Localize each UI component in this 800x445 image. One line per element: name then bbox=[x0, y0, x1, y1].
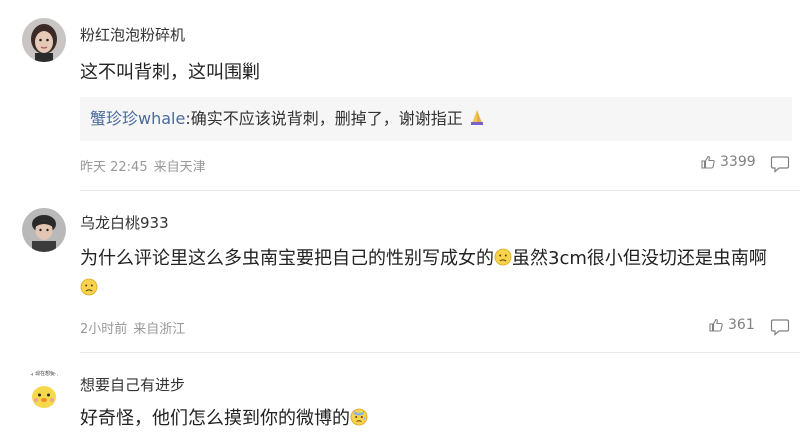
timestamp: 2小时前 bbox=[80, 322, 128, 337]
comment-text: 这不叫背刺，这叫围剿 bbox=[80, 62, 260, 83]
avatar-caption: JQ 现在想要不 bbox=[27, 371, 60, 377]
like-count: 3399 bbox=[720, 154, 756, 170]
divider bbox=[80, 352, 800, 353]
avatar[interactable] bbox=[22, 208, 66, 252]
reply-box[interactable]: 蟹珍珍whale:确实不应该说背刺，删掉了，谢谢指正 bbox=[80, 97, 792, 141]
comment-text: 好奇怪，他们怎么摸到你的微博的 bbox=[80, 404, 780, 434]
username[interactable]: 粉红泡泡粉碎机 bbox=[80, 24, 185, 45]
comment-text: 为什么评论里这么多虫南宝要把自己的性别写成女的 虽然3cm很小但没切还是虫南啊 bbox=[80, 244, 780, 304]
comment-meta: 昨天 22:45 来自天津 bbox=[80, 156, 206, 175]
location: 来自浙江 bbox=[133, 322, 186, 337]
location: 来自天津 bbox=[153, 160, 206, 175]
timestamp: 昨天 22:45 bbox=[80, 160, 148, 175]
username[interactable]: 乌龙白桃933 bbox=[80, 212, 169, 233]
reply-text: 确实不应该说背刺，删掉了，谢谢指正 bbox=[190, 109, 463, 128]
comment-icon[interactable] bbox=[770, 155, 790, 173]
comment-text-part2: 虽然3cm很小但没切还是虫南啊 bbox=[512, 248, 767, 269]
cold-sweat-emoji-icon bbox=[350, 408, 368, 426]
user-avatar-boy-icon bbox=[22, 208, 66, 252]
sad-face-emoji-icon bbox=[80, 278, 98, 296]
like-button[interactable]: 3399 bbox=[700, 154, 756, 170]
comment-text-part1: 为什么评论里这么多虫南宝要把自己的性别写成女的 bbox=[80, 248, 494, 269]
reply-username[interactable]: 蟹珍珍whale bbox=[90, 109, 185, 128]
like-button[interactable]: 361 bbox=[708, 317, 755, 333]
user-avatar-girl-icon bbox=[22, 18, 66, 62]
sad-face-emoji-icon bbox=[494, 248, 512, 266]
comment-icon[interactable] bbox=[770, 318, 790, 336]
like-count: 361 bbox=[728, 317, 755, 333]
comment-text-part1: 好奇怪，他们怎么摸到你的微博的 bbox=[80, 408, 350, 429]
divider bbox=[80, 190, 800, 191]
username[interactable]: 想要自己有进步 bbox=[80, 374, 185, 395]
avatar[interactable] bbox=[22, 18, 66, 62]
praying-hands-emoji-icon bbox=[470, 110, 483, 125]
thumbs-up-icon bbox=[709, 318, 723, 332]
comment-meta: 2小时前 来自浙江 bbox=[80, 318, 185, 337]
avatar[interactable]: JQ 现在想要不 bbox=[22, 370, 66, 414]
thumbs-up-icon bbox=[701, 155, 715, 169]
